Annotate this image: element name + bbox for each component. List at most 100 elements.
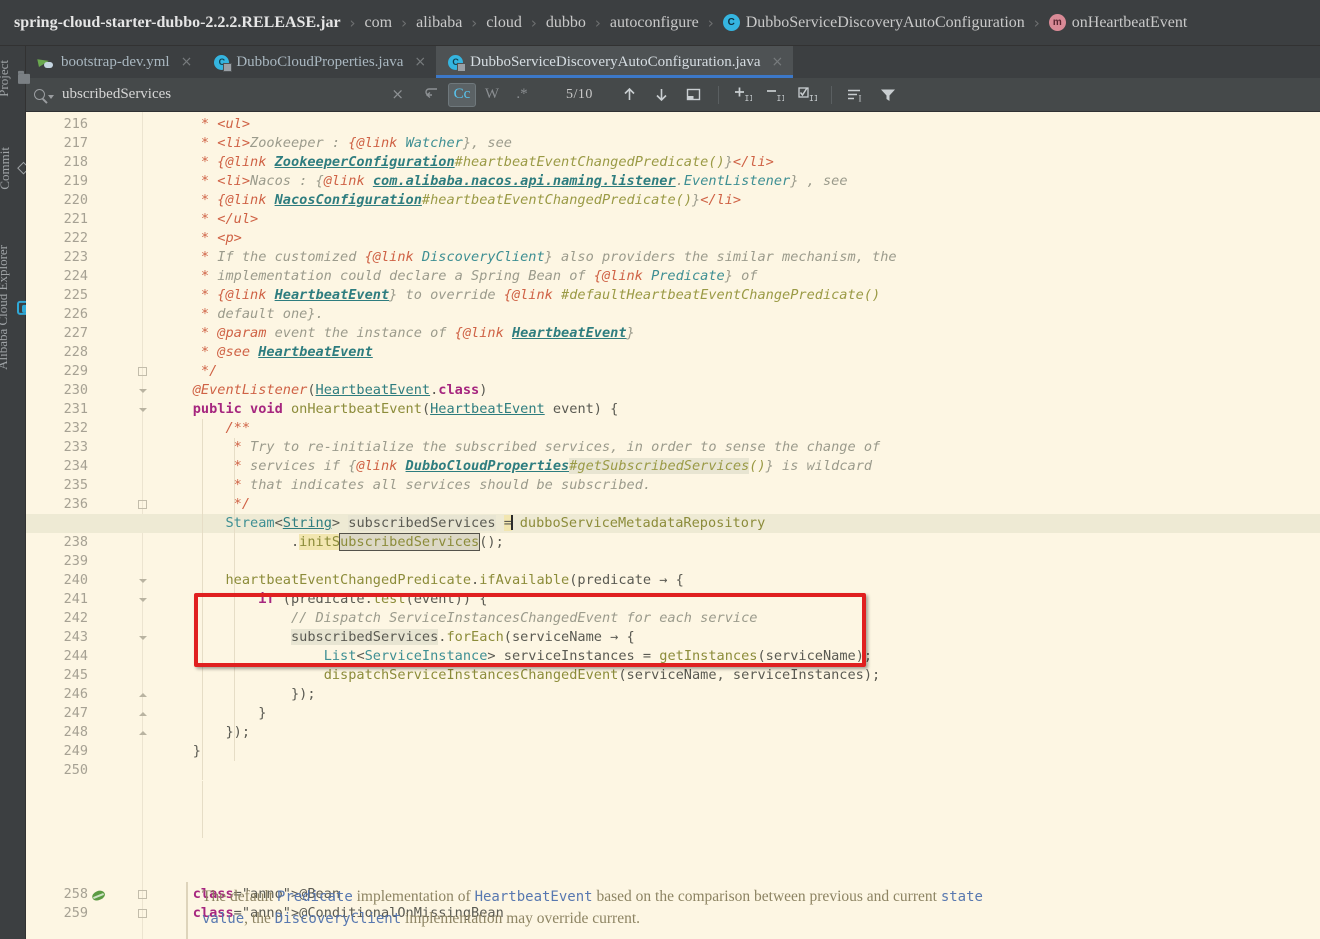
code-line[interactable]: * services if {@link DubboCloudPropertie… <box>160 457 872 476</box>
code-line[interactable]: * @param event the instance of {@link He… <box>160 324 635 343</box>
doc-text: based on the comparison between previous… <box>592 888 941 905</box>
code-line[interactable]: }); <box>160 685 316 704</box>
code-line[interactable]: }); <box>160 723 250 742</box>
select-all-occurrences-icon[interactable]: II <box>792 82 822 108</box>
code-line[interactable]: * Try to re-initialize the subscribed se… <box>160 438 881 457</box>
code-content[interactable]: * <ul> * <li>Zookeeper : {@link Watcher}… <box>26 112 1320 939</box>
tool-window-label: Commit <box>0 146 12 190</box>
line-number: 239 <box>63 553 88 569</box>
code-line[interactable]: } <box>160 704 266 723</box>
fold-marker[interactable] <box>136 362 149 381</box>
code-line[interactable]: List<ServiceInstance> serviceInstances =… <box>160 647 872 666</box>
doc-code-ref[interactable]: HeartbeatEvent <box>475 889 593 905</box>
breadcrumb: spring-cloud-starter-dubbo-2.2.2.RELEASE… <box>0 0 1320 46</box>
fold-marker[interactable] <box>136 381 149 400</box>
breadcrumb-separator: › <box>707 13 714 32</box>
code-line[interactable]: dispatchServiceInstancesChangedEvent(ser… <box>160 666 881 685</box>
breadcrumb-item-2[interactable]: alibaba <box>416 14 462 32</box>
breadcrumb-item-0[interactable]: spring-cloud-starter-dubbo-2.2.2.RELEASE… <box>14 14 341 32</box>
code-line[interactable]: .initSubscribedServices(); <box>160 533 504 552</box>
breadcrumb-item-5[interactable]: autoconfigure <box>610 14 699 32</box>
code-line[interactable]: * <p> <box>160 229 242 248</box>
code-line[interactable]: * {@link NacosConfiguration#heartbeatEve… <box>160 191 741 210</box>
code-line[interactable]: subscribedServices.forEach(serviceName →… <box>160 628 635 647</box>
line-number: 234 <box>63 458 88 474</box>
breadcrumb-item-7[interactable]: m onHeartbeatEvent <box>1048 13 1188 32</box>
breadcrumb-item-3[interactable]: cloud <box>486 14 522 32</box>
regex-toggle[interactable]: .* <box>508 83 536 107</box>
toolbar-divider-2 <box>830 85 832 104</box>
tool-window-button-project[interactable]: Project <box>0 52 30 105</box>
fold-marker[interactable] <box>136 885 149 904</box>
search-field[interactable]: × <box>26 78 446 112</box>
tool-window-button-commit[interactable]: Commit <box>0 139 30 198</box>
code-line[interactable]: */ <box>160 362 217 381</box>
fold-marker[interactable] <box>136 628 149 647</box>
code-line[interactable]: } <box>160 742 201 761</box>
doc-paragraph: The default Predicate implementation of … <box>202 886 986 930</box>
code-line[interactable]: heartbeatEventChangedPredicate.ifAvailab… <box>160 571 683 590</box>
fold-marker[interactable] <box>136 590 149 609</box>
code-line[interactable]: * that indicates all services should be … <box>160 476 651 495</box>
code-line[interactable]: * <li>Nacos : {@link com.alibaba.nacos.a… <box>160 172 848 191</box>
filter-icon[interactable] <box>873 82 903 108</box>
code-line[interactable]: * <ul> <box>160 115 250 134</box>
search-icon[interactable] <box>34 89 54 100</box>
next-occurrence-icon[interactable] <box>647 82 677 108</box>
match-case-toggle[interactable]: Cc <box>448 82 476 107</box>
add-selection-icon[interactable]: II <box>728 82 758 108</box>
fold-marker[interactable] <box>136 904 149 923</box>
code-line[interactable]: // Dispatch ServiceInstancesChangedEvent… <box>160 609 758 628</box>
filter-list-icon[interactable]: I <box>841 82 871 108</box>
code-line[interactable]: if (predicate.test(event)) { <box>160 590 487 609</box>
code-line[interactable]: Stream<String> subscribedServices = dubb… <box>160 514 765 533</box>
fold-marker[interactable] <box>136 495 149 514</box>
breadcrumb-label: dubbo <box>545 13 586 31</box>
wrap-search-icon[interactable] <box>418 86 446 103</box>
code-line[interactable]: public void onHeartbeatEvent(HeartbeatEv… <box>160 400 619 419</box>
code-editor[interactable]: 216 217 218 219 220 221 222 223 224 225 226 227 228 2… <box>26 112 1320 939</box>
search-input[interactable] <box>62 86 378 103</box>
code-line[interactable]: * implementation could declare a Spring … <box>160 267 758 286</box>
fold-marker[interactable] <box>136 704 149 723</box>
fold-chevron-icon <box>138 388 147 393</box>
code-line[interactable]: * default one}. <box>160 305 324 324</box>
breadcrumb-item-1[interactable]: com <box>365 14 393 32</box>
words-toggle[interactable]: W <box>478 83 506 107</box>
code-line[interactable]: * {@link ZookeeperConfiguration#heartbea… <box>160 153 774 172</box>
fold-marker[interactable] <box>136 400 149 419</box>
java-class-icon: C <box>214 54 233 72</box>
fold-marker[interactable] <box>136 723 149 742</box>
code-line[interactable]: */ <box>160 495 250 514</box>
breadcrumb-label: onHeartbeatEvent <box>1071 13 1188 31</box>
spring-bean-gutter-icon[interactable] <box>92 888 106 902</box>
code-line[interactable]: * <li>Zookeeper : {@link Watcher}, see <box>160 134 512 153</box>
fold-marker[interactable] <box>136 685 149 704</box>
fold-marker[interactable] <box>136 571 149 590</box>
breadcrumb-item-6[interactable]: C DubboServiceDiscoveryAutoConfiguration <box>722 14 1025 32</box>
tab-close-icon[interactable]: × <box>181 54 193 70</box>
line-number: 222 <box>63 230 88 246</box>
remove-selection-icon[interactable]: II <box>760 82 790 108</box>
editor-tab-strip: bootstrap-dev.yml × C DubboCloudProperties.… <box>26 46 1320 78</box>
clear-search-icon[interactable]: × <box>385 87 410 102</box>
code-line[interactable]: /** <box>160 419 250 438</box>
doc-code-ref[interactable]: DiscoveryClient <box>275 911 401 927</box>
code-line[interactable]: * </ul> <box>160 210 258 229</box>
editor-tab-2[interactable]: C DubboServiceDiscoveryAutoConfiguration.… <box>436 46 794 78</box>
editor-tab-0[interactable]: bootstrap-dev.yml × <box>26 46 202 78</box>
doc-code-ref[interactable]: Predicate <box>277 889 353 905</box>
breadcrumb-item-4[interactable]: dubbo <box>546 14 586 32</box>
code-line[interactable]: * If the customized {@link DiscoveryClie… <box>160 248 897 267</box>
previous-occurrence-icon[interactable] <box>615 82 645 108</box>
open-in-find-window-icon[interactable] <box>679 82 709 108</box>
tab-close-icon[interactable]: × <box>414 54 426 70</box>
fold-chevron-icon <box>138 597 147 602</box>
line-number: 221 <box>63 211 88 227</box>
code-line[interactable]: @EventListener(HeartbeatEvent.class) <box>160 381 488 400</box>
code-line[interactable]: * {@link HeartbeatEvent} to override {@l… <box>160 286 880 305</box>
editor-tab-1[interactable]: C DubboCloudProperties.java × <box>202 46 436 78</box>
line-number: 229 <box>63 363 88 379</box>
code-line[interactable]: * @see HeartbeatEvent <box>160 343 373 362</box>
tab-close-icon[interactable]: × <box>771 54 783 70</box>
